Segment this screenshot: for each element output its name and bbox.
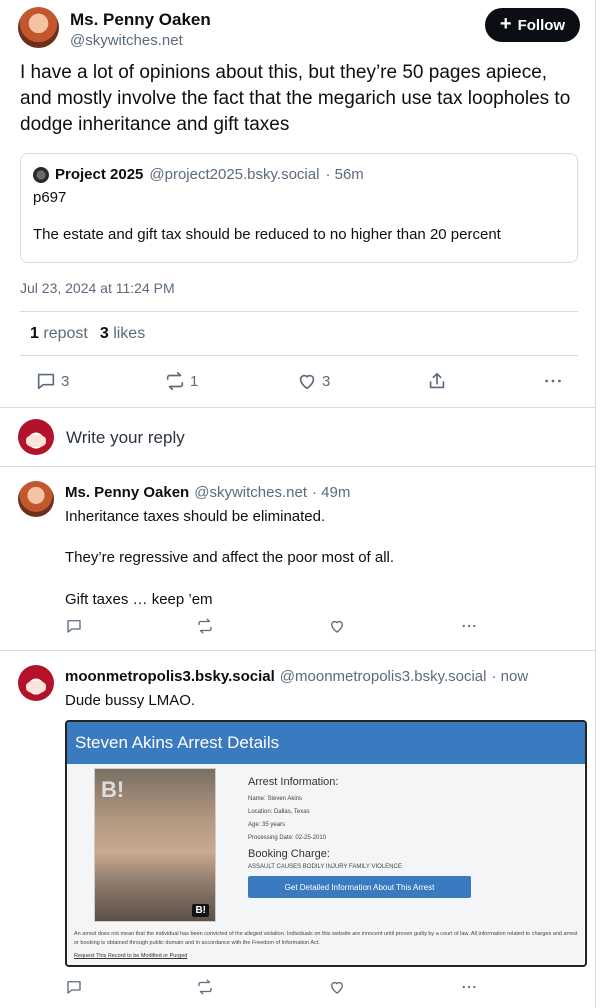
more-options-button[interactable]	[460, 617, 478, 635]
reply-time: · now	[491, 668, 529, 685]
reply-author-avatar[interactable]	[18, 481, 54, 517]
reply-header: moonmetropolis3.bsky.social @moonmetropo…	[65, 668, 528, 685]
repost-stat[interactable]: 1 repost	[30, 325, 88, 343]
quote-time: · 56m	[325, 166, 364, 183]
watermark-badge: B!	[192, 904, 209, 917]
reply-author-handle[interactable]: @skywitches.net	[194, 484, 307, 501]
disclaimer-text: An arrest does not mean that the individ…	[74, 931, 578, 946]
quoted-post[interactable]: Project 2025 @project2025.bsky.social · …	[20, 153, 578, 263]
arrest-details-button[interactable]: Get Detailed Information About This Arre…	[248, 876, 471, 898]
quote-line-1: p697	[33, 189, 67, 206]
info-processing: Processing Date: 02-25-2010	[248, 835, 327, 841]
quote-author-avatar	[33, 166, 49, 183]
current-user-avatar	[18, 419, 54, 455]
author-name[interactable]: Ms. Penny Oaken	[70, 10, 211, 30]
arrest-info: Arrest Information: Name: Steven Akins L…	[248, 776, 471, 898]
like-icon	[299, 374, 315, 390]
info-age: Age: 35 years	[248, 822, 286, 828]
follow-button[interactable]: + Follow	[485, 8, 580, 42]
post-stats: 1 repost 3 likes	[30, 325, 145, 343]
share-icon	[429, 372, 445, 389]
likes-stat[interactable]: 3 likes	[100, 325, 145, 343]
quote-line-2: The estate and gift tax should be reduce…	[33, 226, 501, 243]
info-name: Name: Steven Akins	[248, 796, 303, 802]
repost-button[interactable]	[196, 617, 214, 635]
quote-author-name: Project 2025	[55, 166, 144, 183]
divider	[20, 355, 578, 356]
more-options-button[interactable]	[460, 978, 478, 996]
reply-button[interactable]	[65, 978, 83, 996]
post-text: I have a lot of opinions about this, but…	[20, 62, 571, 135]
request-record-link[interactable]: Request This Record to be Modified or Pu…	[74, 953, 187, 959]
reply-input[interactable]: Write your reply	[66, 428, 185, 448]
info-title: Arrest Information:	[248, 776, 339, 788]
reply-header: Ms. Penny Oaken @skywitches.net · 49m	[65, 484, 350, 501]
more-options-button[interactable]	[542, 370, 564, 392]
like-button[interactable]	[328, 617, 346, 635]
embed-title: Steven Akins Arrest Details	[67, 722, 585, 764]
follow-label: Follow	[517, 16, 566, 34]
like-icon	[331, 620, 343, 633]
reply-text: Dude bussy LMAO.	[65, 692, 196, 709]
reply-author-name[interactable]: Ms. Penny Oaken	[65, 484, 189, 501]
reply-text-3: Gift taxes … keep ’em	[65, 591, 213, 608]
reply-icon	[37, 373, 55, 390]
reply-time: · 49m	[311, 484, 351, 501]
embed-body: B! B! Arrest Information: Name: Steven A…	[68, 764, 584, 965]
reply-button[interactable]	[65, 617, 83, 635]
more-icon	[462, 624, 476, 628]
share-button[interactable]	[426, 370, 448, 392]
reply-icon	[67, 620, 81, 633]
reply-text-1: Inheritance taxes should be eliminated.	[65, 508, 326, 525]
reply-author-avatar[interactable]	[18, 665, 54, 701]
link-embed-card[interactable]: Steven Akins Arrest Details B! B! Arrest…	[65, 720, 587, 967]
more-icon	[545, 379, 561, 383]
divider	[0, 466, 596, 467]
divider	[0, 407, 596, 408]
plus-icon: +	[499, 13, 512, 35]
watermark-logo: B!	[101, 777, 125, 802]
repost-icon	[166, 371, 184, 391]
divider	[0, 650, 596, 651]
like-icon	[331, 981, 343, 994]
quote-author-handle: @project2025.bsky.social	[149, 166, 320, 183]
booking-title: Booking Charge:	[248, 848, 330, 860]
info-location: Location: Dallas, Texas	[248, 809, 310, 815]
reply-icon	[67, 981, 81, 994]
reply-author-handle[interactable]: @moonmetropolis3.bsky.social	[280, 668, 487, 685]
repost-button[interactable]: 1	[164, 370, 198, 392]
repost-button[interactable]	[196, 978, 214, 996]
like-button[interactable]: 3	[296, 370, 330, 392]
author-handle[interactable]: @skywitches.net	[70, 32, 183, 49]
more-icon	[462, 985, 476, 989]
reply-author-name[interactable]: moonmetropolis3.bsky.social	[65, 668, 275, 685]
mugshot-image: B! B!	[94, 768, 216, 922]
divider	[20, 311, 578, 312]
reply-button[interactable]: 3	[35, 370, 69, 392]
repost-icon	[198, 979, 212, 995]
reply-text-2: They’re regressive and affect the poor m…	[65, 549, 395, 566]
like-button[interactable]	[328, 978, 346, 996]
booking-charge: ASSAULT CAUSES BODILY INJURY FAMILY VIOL…	[248, 864, 402, 870]
post-timestamp: Jul 23, 2024 at 11:24 PM	[20, 280, 175, 296]
author-avatar[interactable]	[18, 7, 59, 48]
repost-icon	[198, 618, 212, 634]
